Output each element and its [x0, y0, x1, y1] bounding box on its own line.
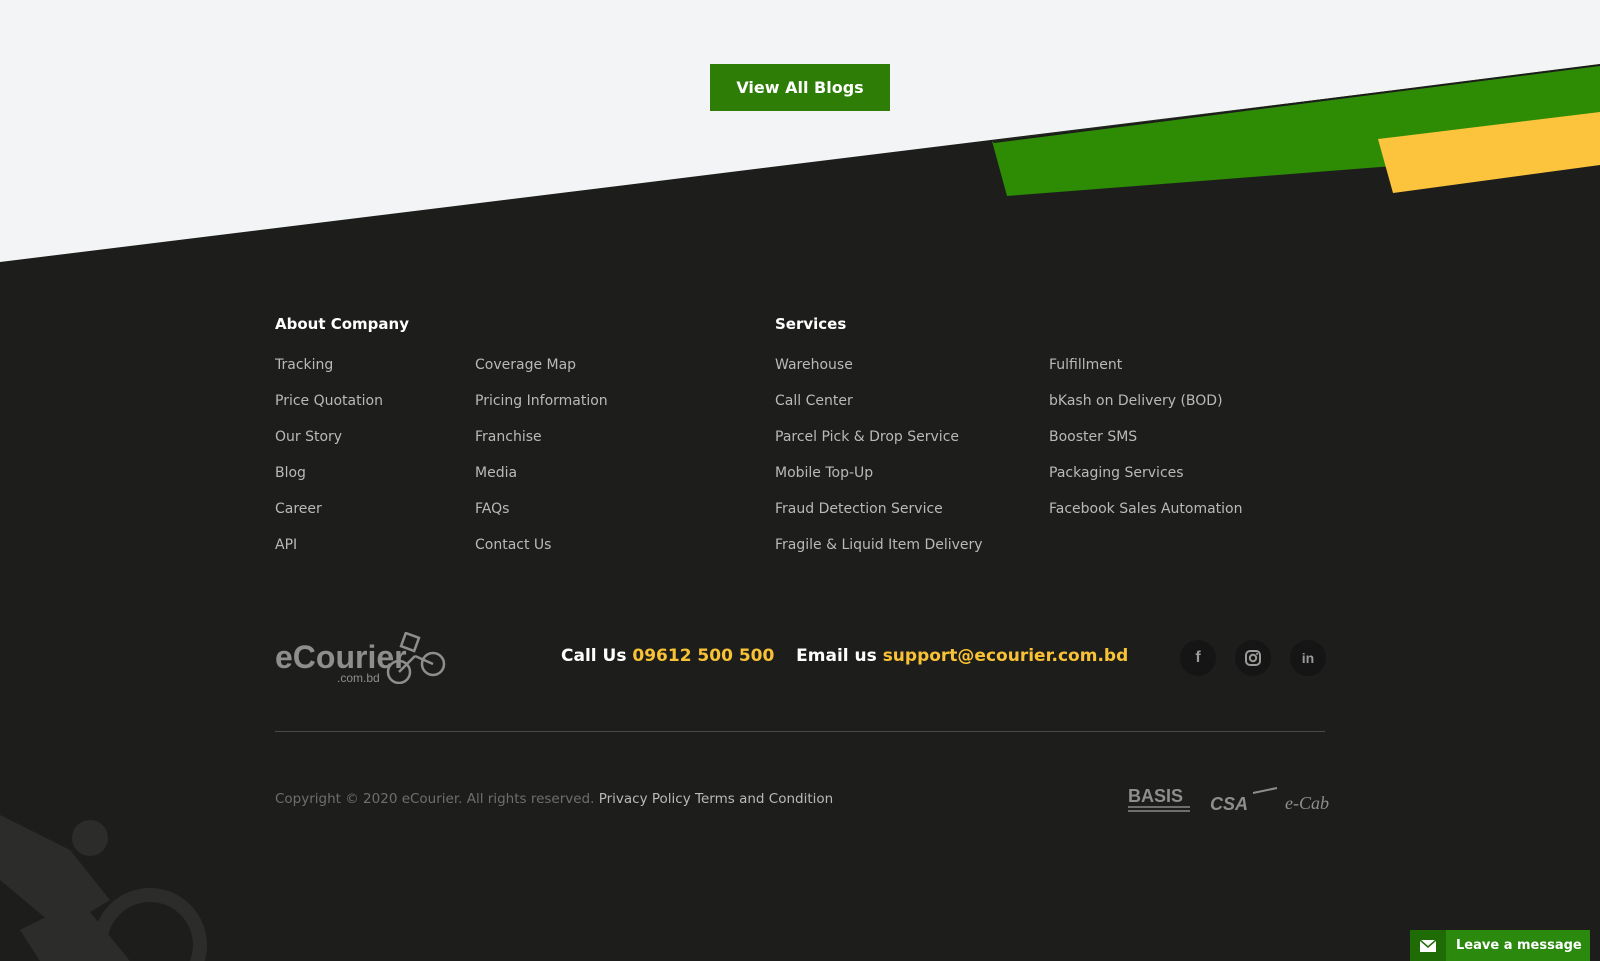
- svg-text:BASIS: BASIS: [1128, 786, 1183, 806]
- service-link[interactable]: Warehouse: [775, 357, 853, 373]
- basis-logo: BASIS: [1128, 786, 1190, 812]
- service-link[interactable]: Parcel Pick & Drop Service: [775, 429, 959, 445]
- about-link[interactable]: Pricing Information: [475, 393, 608, 409]
- envelope-icon: [1410, 930, 1446, 961]
- contact-info: Call Us 09612 500 500 Email us support@e…: [561, 646, 1128, 666]
- instagram-icon: [1245, 650, 1261, 666]
- email-label: Email us: [796, 646, 877, 666]
- terms-link[interactable]: Terms and Condition: [695, 791, 833, 807]
- about-link[interactable]: API: [275, 537, 297, 553]
- copyright-text: Copyright © 2020 eCourier. All rights re…: [275, 791, 595, 807]
- service-link[interactable]: Packaging Services: [1049, 465, 1184, 481]
- about-link[interactable]: Blog: [275, 465, 306, 481]
- email-link[interactable]: support@ecourier.com.bd: [883, 646, 1129, 666]
- leave-message-label: Leave a message: [1456, 938, 1582, 953]
- privacy-policy-link[interactable]: Privacy Policy: [599, 791, 691, 807]
- csa-logo: CSA: [1210, 787, 1278, 814]
- about-link[interactable]: Our Story: [275, 429, 342, 445]
- about-link[interactable]: Tracking: [275, 357, 333, 373]
- about-link[interactable]: Franchise: [475, 429, 542, 445]
- service-link[interactable]: Fragile & Liquid Item Delivery: [775, 537, 983, 553]
- footer-divider: [275, 731, 1325, 732]
- about-link[interactable]: Media: [475, 465, 517, 481]
- linkedin-button[interactable]: in: [1290, 640, 1326, 676]
- logo-subtext: .com.bd: [337, 671, 380, 684]
- view-all-blogs-button[interactable]: View All Blogs: [710, 64, 890, 111]
- leave-message-widget[interactable]: Leave a message: [1410, 930, 1590, 961]
- logo-text: eCourier: [275, 639, 407, 675]
- phone-link[interactable]: 09612 500 500: [632, 646, 774, 666]
- service-link[interactable]: Fraud Detection Service: [775, 501, 943, 517]
- partner-logos: BASIS CSA e-Cab: [1125, 785, 1330, 819]
- call-label: Call Us: [561, 646, 627, 666]
- svg-text:CSA: CSA: [1210, 794, 1248, 814]
- ecourier-logo[interactable]: eCourier .com.bd: [275, 631, 447, 688]
- copyright-bar: Copyright © 2020 eCourier. All rights re…: [275, 791, 833, 807]
- cyclist-watermark-icon: [0, 815, 207, 961]
- service-link[interactable]: bKash on Delivery (BOD): [1049, 393, 1223, 409]
- about-company-heading: About Company: [275, 315, 409, 333]
- about-link[interactable]: Coverage Map: [475, 357, 576, 373]
- facebook-button[interactable]: f: [1180, 640, 1216, 676]
- facebook-icon: f: [1195, 649, 1201, 666]
- ecab-logo: e-Cab: [1285, 793, 1329, 813]
- service-link[interactable]: Booster SMS: [1049, 429, 1137, 445]
- linkedin-icon: in: [1301, 650, 1315, 666]
- service-link[interactable]: Facebook Sales Automation: [1049, 501, 1242, 517]
- about-link[interactable]: Career: [275, 501, 322, 517]
- about-link[interactable]: Price Quotation: [275, 393, 383, 409]
- about-link[interactable]: FAQs: [475, 501, 509, 517]
- services-heading: Services: [775, 315, 847, 333]
- about-link[interactable]: Contact Us: [475, 537, 551, 553]
- service-link[interactable]: Call Center: [775, 393, 853, 409]
- service-link[interactable]: Mobile Top-Up: [775, 465, 873, 481]
- service-link[interactable]: Fulfillment: [1049, 357, 1122, 373]
- instagram-button[interactable]: [1235, 640, 1271, 676]
